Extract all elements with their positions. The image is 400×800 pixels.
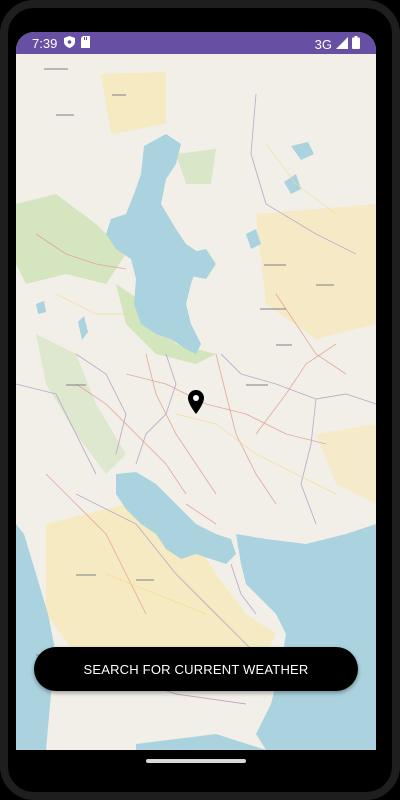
sd-card-icon <box>81 36 90 51</box>
app-screen: 7:39 3G SEARCH FOR CURRENT WEATHER <box>16 32 376 750</box>
shield-icon <box>64 36 75 51</box>
signal-icon <box>336 36 348 52</box>
location-pin-icon[interactable] <box>188 390 204 414</box>
gesture-handle[interactable] <box>146 759 246 763</box>
network-type-label: 3G <box>314 36 332 52</box>
device-frame: 7:39 3G SEARCH FOR CURRENT WEATHER <box>0 0 400 800</box>
battery-icon <box>352 36 360 52</box>
search-current-weather-button[interactable]: SEARCH FOR CURRENT WEATHER <box>34 647 358 691</box>
status-bar: 7:39 3G <box>16 32 376 54</box>
status-time: 7:39 <box>32 36 58 51</box>
